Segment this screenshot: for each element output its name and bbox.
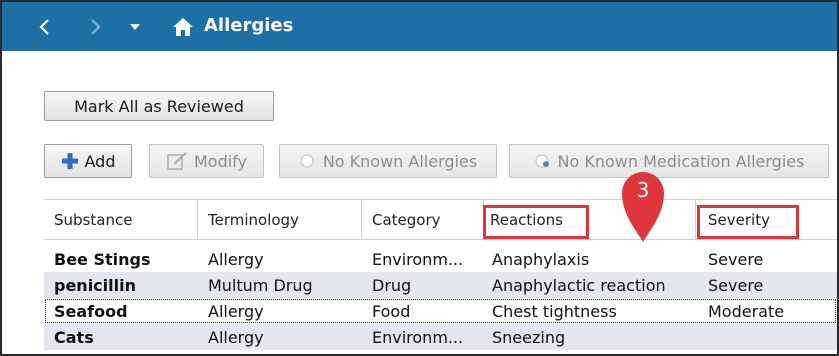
cell-substance: Bee Stings <box>54 249 151 269</box>
cell-category: Food <box>372 301 411 321</box>
plus-icon <box>61 153 78 169</box>
no-known-medication-allergies-button[interactable]: No Known Medication Allergies <box>509 144 829 178</box>
table-row-selected[interactable]: Seafood Allergy Food Chest tightness Mod… <box>44 298 837 324</box>
modify-label: Modify <box>193 151 247 171</box>
modify-button[interactable]: Modify <box>149 144 264 178</box>
caret-down-icon[interactable] <box>123 2 147 51</box>
column-header-substance[interactable]: Substance <box>44 200 198 239</box>
cell-severity: Severe <box>708 249 764 269</box>
column-header-terminology[interactable]: Terminology <box>198 200 362 239</box>
add-label: Add <box>84 151 116 171</box>
cell-terminology: Allergy <box>208 327 264 347</box>
nkma-label: No Known Medication Allergies <box>557 151 805 171</box>
add-button[interactable]: Add <box>44 144 132 178</box>
cell-severity: Moderate <box>708 301 785 321</box>
window-title: Allergies <box>204 15 294 36</box>
cell-reactions: Chest tightness <box>492 301 617 321</box>
cell-category: Environm... <box>372 249 464 269</box>
cell-category: Environm... <box>372 327 464 347</box>
home-icon[interactable] <box>168 2 198 51</box>
cell-substance: penicillin <box>54 275 136 295</box>
column-header-category[interactable]: Category <box>362 200 484 239</box>
cell-category: Drug <box>372 275 412 295</box>
cell-severity: Severe <box>708 275 764 295</box>
cell-terminology: Allergy <box>208 301 264 321</box>
nka-label: No Known Allergies <box>322 151 478 171</box>
no-known-allergies-button[interactable]: No Known Allergies <box>279 144 497 178</box>
reactions-highlight-box <box>483 205 589 239</box>
cell-terminology: Multum Drug <box>208 275 313 295</box>
cell-substance: Seafood <box>54 301 128 321</box>
radio-icon <box>300 154 314 168</box>
table-row[interactable]: Cats Allergy Environm... Sneezing <box>44 324 837 350</box>
cell-terminology: Allergy <box>208 249 264 269</box>
allergies-window: Allergies Mark All as Reviewed Add Modif… <box>0 0 839 356</box>
cell-substance: Cats <box>54 327 94 347</box>
mark-all-reviewed-button[interactable]: Mark All as Reviewed <box>44 91 274 121</box>
severity-highlight-box <box>697 205 799 239</box>
table-row[interactable]: Bee Stings Allergy Environm... Anaphylax… <box>44 246 837 272</box>
cell-reactions: Anaphylactic reaction <box>492 275 666 295</box>
edit-icon <box>167 152 187 170</box>
cell-reactions: Anaphylaxis <box>492 249 590 269</box>
medication-icon <box>534 154 549 168</box>
table-row[interactable]: penicillin Multum Drug Drug Anaphylactic… <box>44 272 837 298</box>
chevron-right-icon[interactable] <box>80 2 110 51</box>
title-bar: Allergies <box>2 2 837 51</box>
callout-number: 3 <box>636 178 650 202</box>
mark-all-reviewed-label: Mark All as Reviewed <box>74 96 244 116</box>
chevron-left-icon[interactable] <box>30 2 60 51</box>
cell-reactions: Sneezing <box>492 327 566 347</box>
